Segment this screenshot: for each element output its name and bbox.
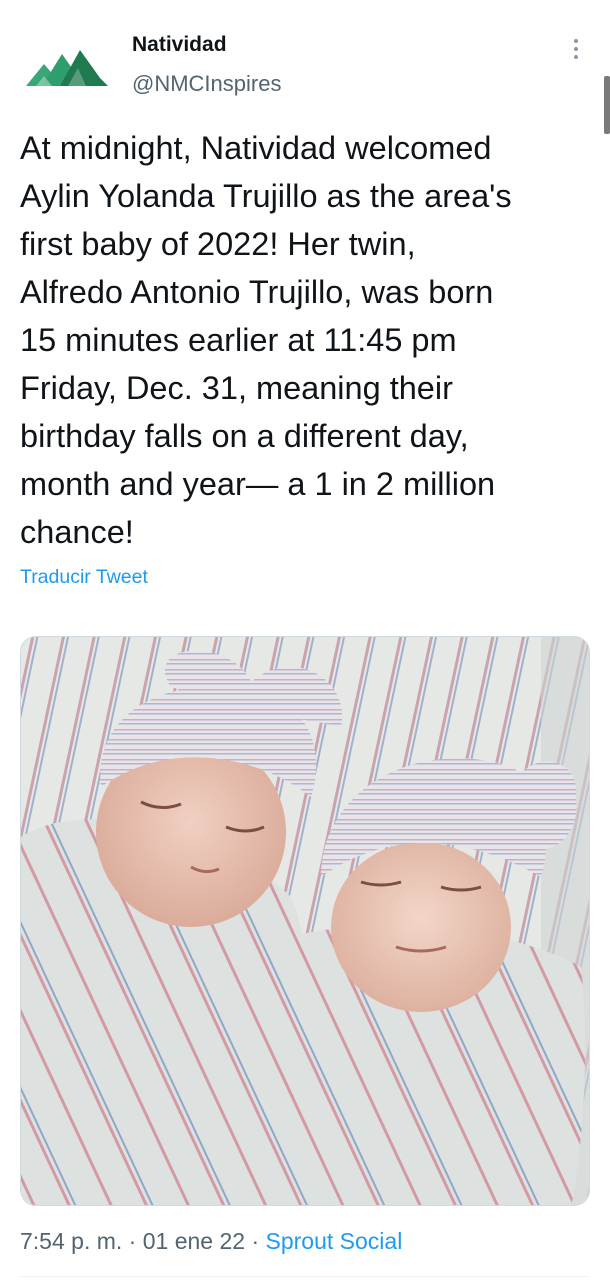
tweet-text-line: birthday falls on a different day, — [20, 418, 469, 454]
tweet-time[interactable]: 7:54 p. m. — [20, 1228, 122, 1254]
meta-separator: · — [122, 1228, 143, 1254]
tweet-text-line: chance! — [20, 514, 134, 550]
tweet-page: Natividad @NMCInspires At midnight, Nati… — [0, 0, 610, 1280]
tweet-text-line: month and year— a 1 in 2 million — [20, 466, 496, 502]
tweet-source-link[interactable]: Sprout Social — [266, 1228, 403, 1254]
author-name[interactable]: Natividad — [132, 33, 227, 57]
tweet-text-line: 15 minutes earlier at 11:45 pm — [20, 322, 457, 358]
tweet-photo[interactable] — [20, 636, 590, 1206]
author-handle[interactable]: @NMCInspires — [132, 71, 281, 97]
tweet-text-line: Friday, Dec. 31, meaning their — [20, 370, 453, 406]
meta-separator: · — [245, 1228, 266, 1254]
tweet-header: Natividad @NMCInspires — [20, 28, 590, 108]
tweet-text-line: first baby of 2022! Her twin, — [20, 226, 416, 262]
scrollbar[interactable] — [604, 76, 610, 134]
tweet-meta: 7:54 p. m. · 01 ene 22 · Sprout Social — [20, 1228, 402, 1255]
divider — [20, 1276, 590, 1277]
tweet-text: At midnight, Natividad welcomed Aylin Yo… — [20, 124, 600, 556]
photo-of-newborn-twins — [21, 637, 589, 1205]
translate-tweet-link[interactable]: Traducir Tweet — [20, 566, 148, 589]
tweet-text-line: Alfredo Antonio Trujillo, was born — [20, 274, 494, 310]
more-vertical-icon[interactable] — [562, 33, 590, 65]
tweet-text-line: Aylin Yolanda Trujillo as the area's — [20, 178, 512, 214]
tweet-text-line: At midnight, Natividad welcomed — [20, 130, 492, 166]
tweet-date[interactable]: 01 ene 22 — [143, 1228, 245, 1254]
natividad-logo-icon[interactable] — [22, 38, 112, 98]
